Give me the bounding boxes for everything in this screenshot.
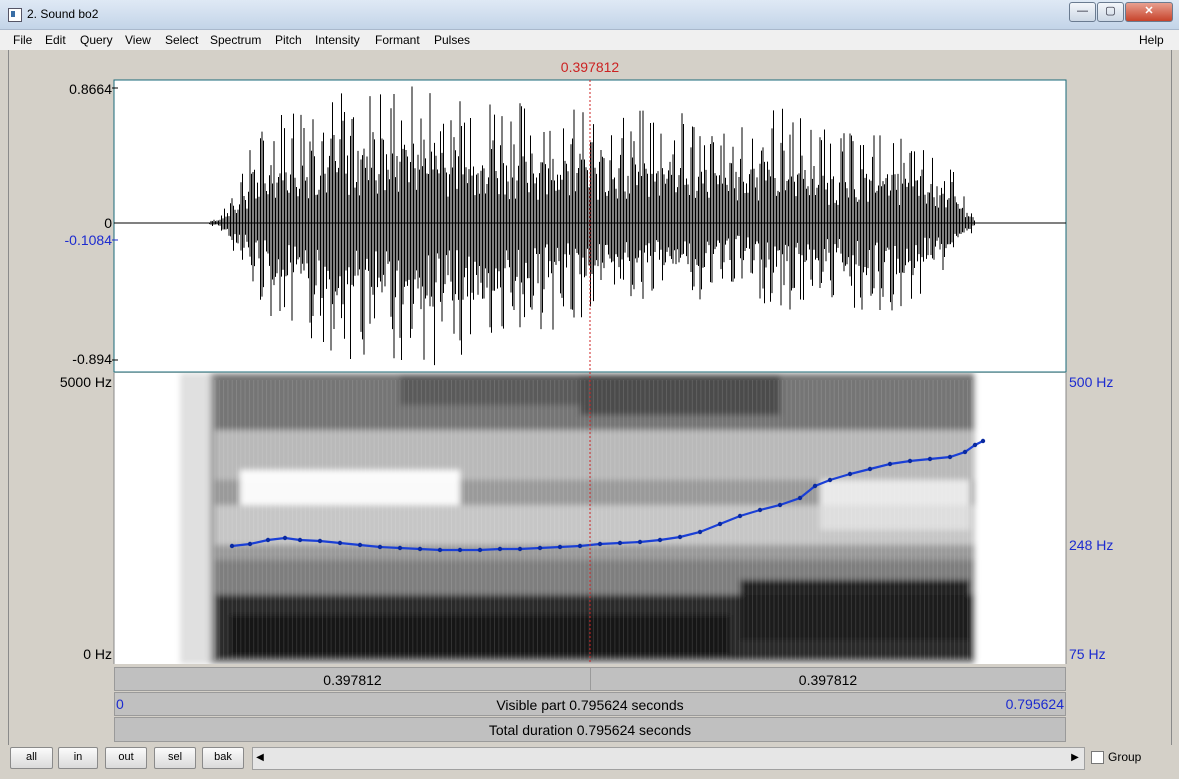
- zoom-out-button[interactable]: out: [105, 747, 147, 769]
- visible-part-label: Visible part 0.795624 seconds: [496, 697, 684, 713]
- visible-part-bar[interactable]: Visible part 0.795624 seconds: [114, 692, 1066, 716]
- total-duration-bar[interactable]: Total duration 0.795624 seconds: [114, 717, 1066, 742]
- time-segment-left-label: 0.397812: [323, 672, 382, 688]
- scroll-right-arrow-icon[interactable]: ▶: [1067, 747, 1083, 768]
- time-segment-right[interactable]: 0.397812: [590, 667, 1066, 691]
- zoom-in-button[interactable]: in: [58, 747, 98, 769]
- zoom-all-button[interactable]: all: [10, 747, 53, 769]
- scroll-left-arrow-icon[interactable]: ◀: [252, 747, 268, 768]
- zoom-back-button[interactable]: bak: [202, 747, 244, 769]
- zoom-selection-button[interactable]: sel: [154, 747, 196, 769]
- time-segment-right-label: 0.397812: [798, 672, 858, 688]
- visible-start-label: 0: [116, 696, 124, 712]
- group-label: Group: [1108, 750, 1142, 764]
- horizontal-scrollbar[interactable]: [252, 747, 1085, 770]
- visible-end-label: 0.795624: [1005, 696, 1064, 712]
- group-checkbox[interactable]: [1091, 751, 1104, 764]
- signal-display[interactable]: [0, 0, 1179, 779]
- time-segment-left[interactable]: 0.397812: [114, 667, 591, 691]
- total-duration-label: Total duration 0.795624 seconds: [488, 722, 692, 738]
